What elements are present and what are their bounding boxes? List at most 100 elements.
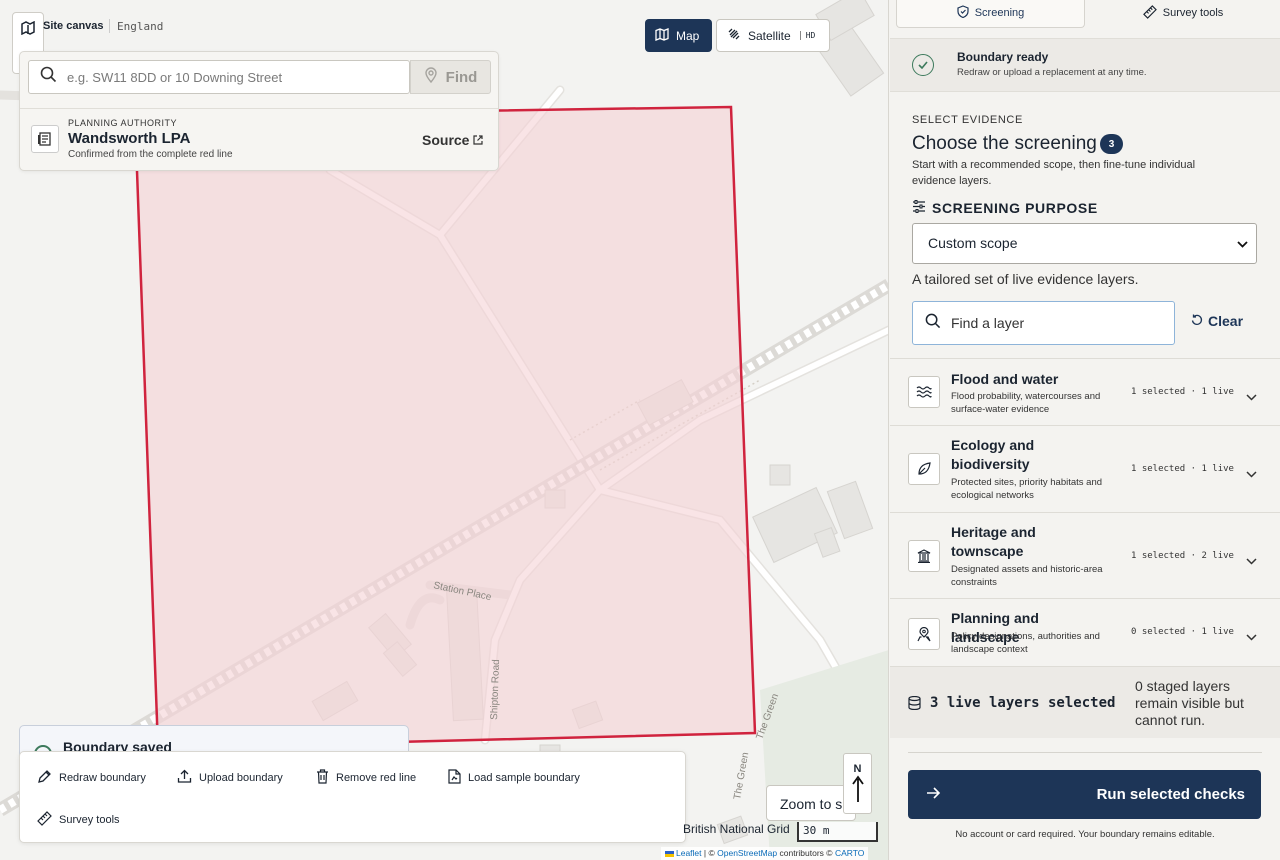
street-label-shipton-road: Shipton Road bbox=[489, 659, 502, 720]
selection-summary: 3 live layers selected 0 staged layers r… bbox=[890, 666, 1280, 738]
chevron-down-icon bbox=[1246, 465, 1257, 483]
purpose-heading-label: SCREENING PURPOSE bbox=[932, 200, 1098, 216]
water-icon bbox=[908, 376, 940, 408]
trash-icon bbox=[316, 769, 329, 787]
museum-icon bbox=[908, 540, 940, 572]
ruler-icon bbox=[37, 811, 52, 829]
remove-red-line-button[interactable]: Remove red line bbox=[316, 769, 416, 787]
footer-note: No account or card required. Your bounda… bbox=[955, 829, 1215, 840]
hd-badge: HD bbox=[799, 31, 815, 40]
section-kicker: SELECT EVIDENCE bbox=[912, 114, 1023, 126]
tab-screening-label: Screening bbox=[974, 6, 1025, 19]
category-subtitle: Policy designations, authorities and lan… bbox=[951, 631, 1100, 655]
satellite-mode-button[interactable]: Satellite HD bbox=[716, 19, 830, 52]
category-heritage[interactable]: Heritage and townscape Designated assets… bbox=[890, 512, 1280, 599]
map-mode-button[interactable]: Map bbox=[645, 19, 712, 52]
authority-note: Confirmed from the complete red line bbox=[68, 149, 233, 160]
check-circle-icon bbox=[912, 54, 934, 76]
attrib-contributors: contributors © bbox=[779, 848, 833, 858]
find-label: Find bbox=[445, 68, 478, 86]
shield-icon bbox=[957, 4, 969, 21]
location-search-box bbox=[28, 60, 410, 94]
source-label: Source bbox=[422, 132, 470, 148]
category-subtitle: Flood probability, watercourses and surf… bbox=[951, 391, 1101, 415]
site-divider bbox=[109, 19, 110, 33]
authority-kicker: PLANNING AUTHORITY bbox=[68, 118, 178, 128]
north-label: N bbox=[853, 763, 862, 775]
category-flood-water[interactable]: Flood and water Flood probability, water… bbox=[890, 358, 1280, 426]
map-mode-label: Map bbox=[676, 28, 700, 43]
screening-purpose-select[interactable]: Custom scope bbox=[912, 223, 1257, 264]
status-detail: Redraw or upload a replacement at any ti… bbox=[957, 67, 1147, 78]
boundary-tools-panel: Redraw boundary Upload boundary Remove r… bbox=[19, 751, 686, 843]
satellite-icon bbox=[727, 27, 741, 44]
survey-tools-button[interactable]: Survey tools bbox=[37, 811, 120, 829]
search-icon bbox=[925, 313, 941, 334]
remove-label: Remove red line bbox=[336, 772, 417, 784]
screening-heading: Choose the screening bbox=[912, 133, 1097, 154]
sample-label: Load sample boundary bbox=[468, 772, 580, 784]
reset-icon bbox=[1191, 313, 1203, 329]
map-attribution: Leaflet | © OpenStreetMap contributors ©… bbox=[661, 847, 869, 860]
authority-name: Wandsworth LPA bbox=[68, 130, 191, 147]
purpose-heading: SCREENING PURPOSE bbox=[912, 200, 1098, 216]
location-pin-icon bbox=[424, 67, 438, 87]
live-layers-count: 3 live layers selected bbox=[930, 695, 1116, 711]
boundary-status: Boundary ready Redraw or upload a replac… bbox=[890, 38, 1280, 92]
map-canvas[interactable]: Station Place Shipton Road The Green The… bbox=[0, 0, 889, 860]
red-line-boundary bbox=[133, 105, 757, 750]
category-subtitle: Designated assets and historic-area cons… bbox=[951, 564, 1103, 588]
sliders-icon bbox=[912, 200, 926, 216]
category-title: Heritage and townscape bbox=[951, 524, 1036, 559]
location-search-input[interactable] bbox=[67, 69, 397, 85]
external-link-icon bbox=[473, 132, 484, 148]
ruler-icon bbox=[1142, 4, 1157, 22]
clear-button[interactable]: Clear bbox=[1191, 313, 1243, 329]
tab-survey-tools[interactable]: Survey tools bbox=[1088, 0, 1278, 28]
find-button[interactable]: Find bbox=[410, 60, 491, 94]
upload-boundary-button[interactable]: Upload boundary bbox=[177, 769, 283, 787]
leaf-icon bbox=[908, 453, 940, 485]
layer-count-badge: 3 bbox=[1100, 134, 1123, 154]
scale-label: 30 m bbox=[803, 824, 830, 837]
redraw-label: Redraw boundary bbox=[59, 772, 146, 784]
upload-label: Upload boundary bbox=[199, 772, 283, 784]
sidebar-tabs: Screening Survey tools bbox=[890, 0, 1280, 30]
upload-icon bbox=[177, 769, 192, 787]
source-link[interactable]: Source bbox=[422, 132, 484, 148]
location-search-panel: Find PLANNING AUTHORITY Wandsworth LPA C… bbox=[19, 51, 499, 171]
site-canvas-title: Site canvas bbox=[43, 20, 104, 32]
run-label: Run selected checks bbox=[1096, 786, 1245, 803]
sample-file-icon bbox=[448, 769, 461, 787]
panel-divider bbox=[20, 108, 498, 109]
category-meta: 1 selected · 1 live bbox=[1131, 464, 1234, 474]
map-icon bbox=[655, 27, 669, 44]
north-arrow[interactable]: N bbox=[843, 753, 872, 814]
tab-screening[interactable]: Screening bbox=[896, 0, 1085, 28]
map-book-icon bbox=[21, 20, 35, 40]
database-icon bbox=[908, 695, 921, 715]
category-ecology[interactable]: Ecology and biodiversity Protected sites… bbox=[890, 425, 1280, 513]
layer-search-input[interactable] bbox=[951, 315, 1151, 331]
run-selected-checks-button[interactable]: Run selected checks bbox=[908, 770, 1261, 819]
divider bbox=[908, 752, 1262, 753]
street-label-the-green-1: The Green bbox=[732, 752, 751, 801]
carto-link[interactable]: CARTO bbox=[835, 848, 864, 858]
category-meta: 1 selected · 1 live bbox=[1131, 387, 1234, 397]
grid-label-wrap: British National Grid bbox=[683, 820, 798, 838]
staged-layers-note: 0 staged layers remain visible but canno… bbox=[1135, 678, 1244, 728]
map-pin-icon bbox=[908, 618, 940, 650]
leaflet-link[interactable]: Leaflet bbox=[676, 848, 702, 858]
redraw-boundary-button[interactable]: Redraw boundary bbox=[37, 769, 146, 787]
category-title: Flood and water bbox=[951, 371, 1059, 387]
chevron-down-icon bbox=[1246, 552, 1257, 570]
osm-link[interactable]: OpenStreetMap bbox=[717, 848, 777, 858]
purpose-value: Custom scope bbox=[928, 235, 1018, 251]
load-sample-boundary-button[interactable]: Load sample boundary bbox=[448, 769, 580, 787]
purpose-note: A tailored set of live evidence layers. bbox=[912, 271, 1139, 287]
category-subtitle: Protected sites, priority habitats and e… bbox=[951, 477, 1103, 501]
status-title: Boundary ready bbox=[957, 50, 1049, 64]
category-planning[interactable]: Planning and landscape Policy designatio… bbox=[890, 598, 1280, 666]
pen-icon bbox=[37, 769, 52, 787]
satellite-mode-label: Satellite bbox=[748, 28, 791, 43]
